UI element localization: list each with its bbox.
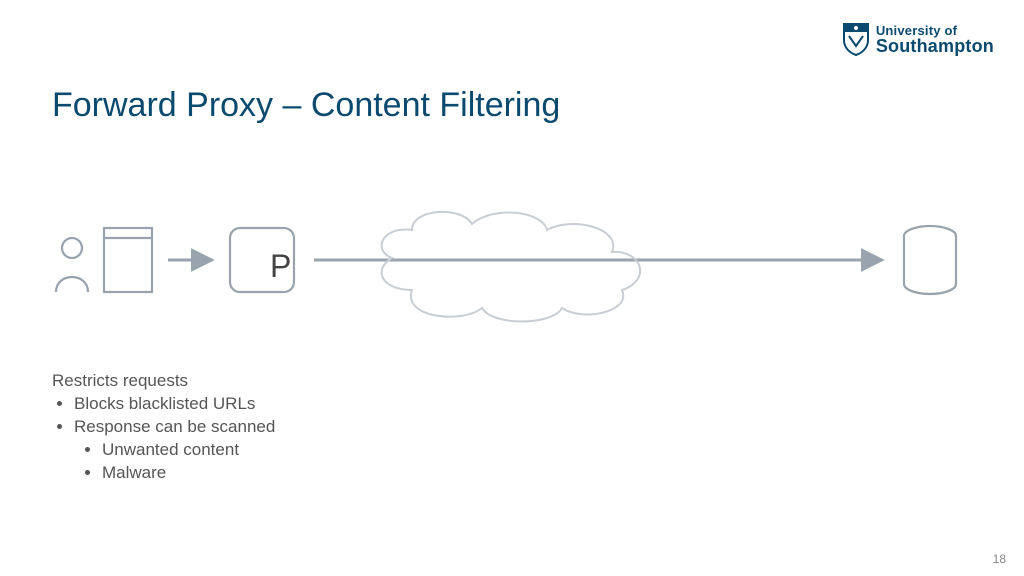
slide-title: Forward Proxy – Content Filtering	[52, 86, 560, 125]
page-number: 18	[993, 552, 1006, 566]
cloud-icon	[382, 212, 641, 322]
user-icon	[56, 238, 88, 292]
notes-block: Restricts requests Blocks blacklisted UR…	[52, 370, 275, 485]
sub-bullet: Unwanted content	[102, 439, 275, 462]
proxy-label: P	[270, 248, 291, 285]
notes-header: Restricts requests	[52, 370, 275, 393]
logo-line1: University of	[876, 24, 994, 37]
page-icon	[104, 228, 152, 292]
notes-list: Blocks blacklisted URLs Response can be …	[74, 393, 275, 485]
architecture-diagram	[52, 200, 972, 340]
shield-icon	[842, 22, 870, 56]
bullet: Response can be scanned Unwanted content…	[74, 416, 275, 485]
database-icon	[904, 226, 956, 294]
bullet: Blocks blacklisted URLs	[74, 393, 275, 416]
sub-bullet: Malware	[102, 462, 275, 485]
logo-line2: Southampton	[876, 37, 994, 55]
university-logo: University of Southampton	[842, 22, 994, 56]
slide: University of Southampton Forward Proxy …	[0, 0, 1024, 576]
logo-text: University of Southampton	[876, 24, 994, 55]
